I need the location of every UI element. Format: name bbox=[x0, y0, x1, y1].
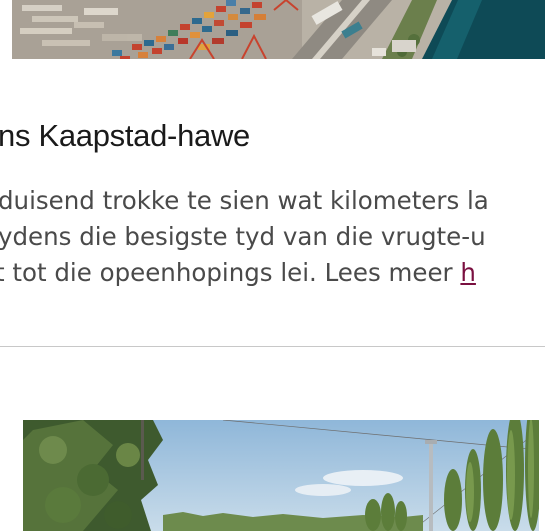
port-aerial-image bbox=[12, 0, 545, 59]
article-body-line-3-text: t tot die opeenhopings lei. Lees meer bbox=[0, 258, 461, 287]
orchard-image bbox=[23, 420, 539, 531]
page: ns Kaapstad-hawe duisend trokke te sien … bbox=[0, 0, 545, 531]
article-body: duisend trokke te sien wat kilometers la… bbox=[0, 183, 545, 291]
article-headline: ns Kaapstad-hawe bbox=[0, 118, 250, 153]
read-more-link[interactable]: h bbox=[460, 258, 476, 287]
article-body-line-3: t tot die opeenhopings lei. Lees meer h bbox=[0, 255, 545, 291]
article-body-line-2: ydens die besigste tyd van die vrugte-u bbox=[0, 222, 486, 251]
article-body-line-1: duisend trokke te sien wat kilometers la bbox=[0, 186, 489, 215]
section-divider bbox=[0, 346, 545, 347]
